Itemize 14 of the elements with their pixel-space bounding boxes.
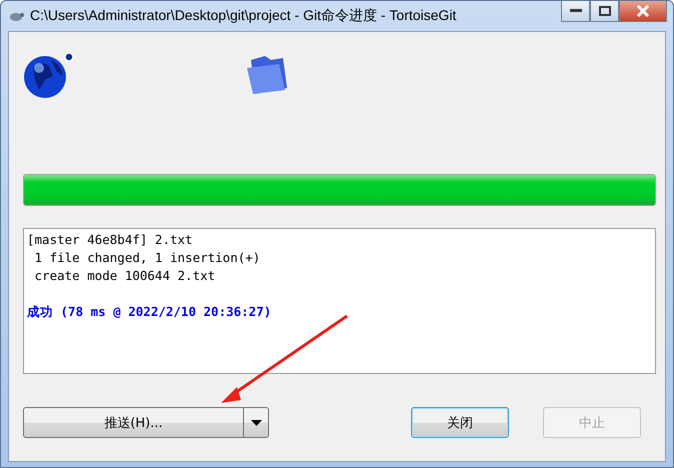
dialog-button[interactable]: 关闭 — [411, 407, 509, 438]
push-split-button[interactable]: 推送(H)... — [23, 407, 269, 438]
log-line: 1 file changed, 1 insertion(+) — [34, 249, 262, 267]
maximize-icon — [598, 6, 610, 16]
log-line: [master 46e8b4f] 2.txt — [27, 231, 194, 249]
close-button[interactable] — [619, 1, 667, 22]
window-title: C:\Users\Administrator\Desktop\git\project - Git命令进度 - TortoiseGit — [30, 7, 456, 25]
maximize-button[interactable] — [590, 1, 619, 22]
status-line: 成功 (78 ms @ 2022/2/10 20:36:27) — [27, 303, 272, 321]
caret-icon[interactable] — [250, 420, 262, 426]
minimize-icon — [570, 9, 582, 13]
close-icon — [636, 5, 650, 17]
log-line: create mode 100644 2.txt — [34, 267, 216, 285]
minimize-button[interactable] — [561, 1, 590, 22]
